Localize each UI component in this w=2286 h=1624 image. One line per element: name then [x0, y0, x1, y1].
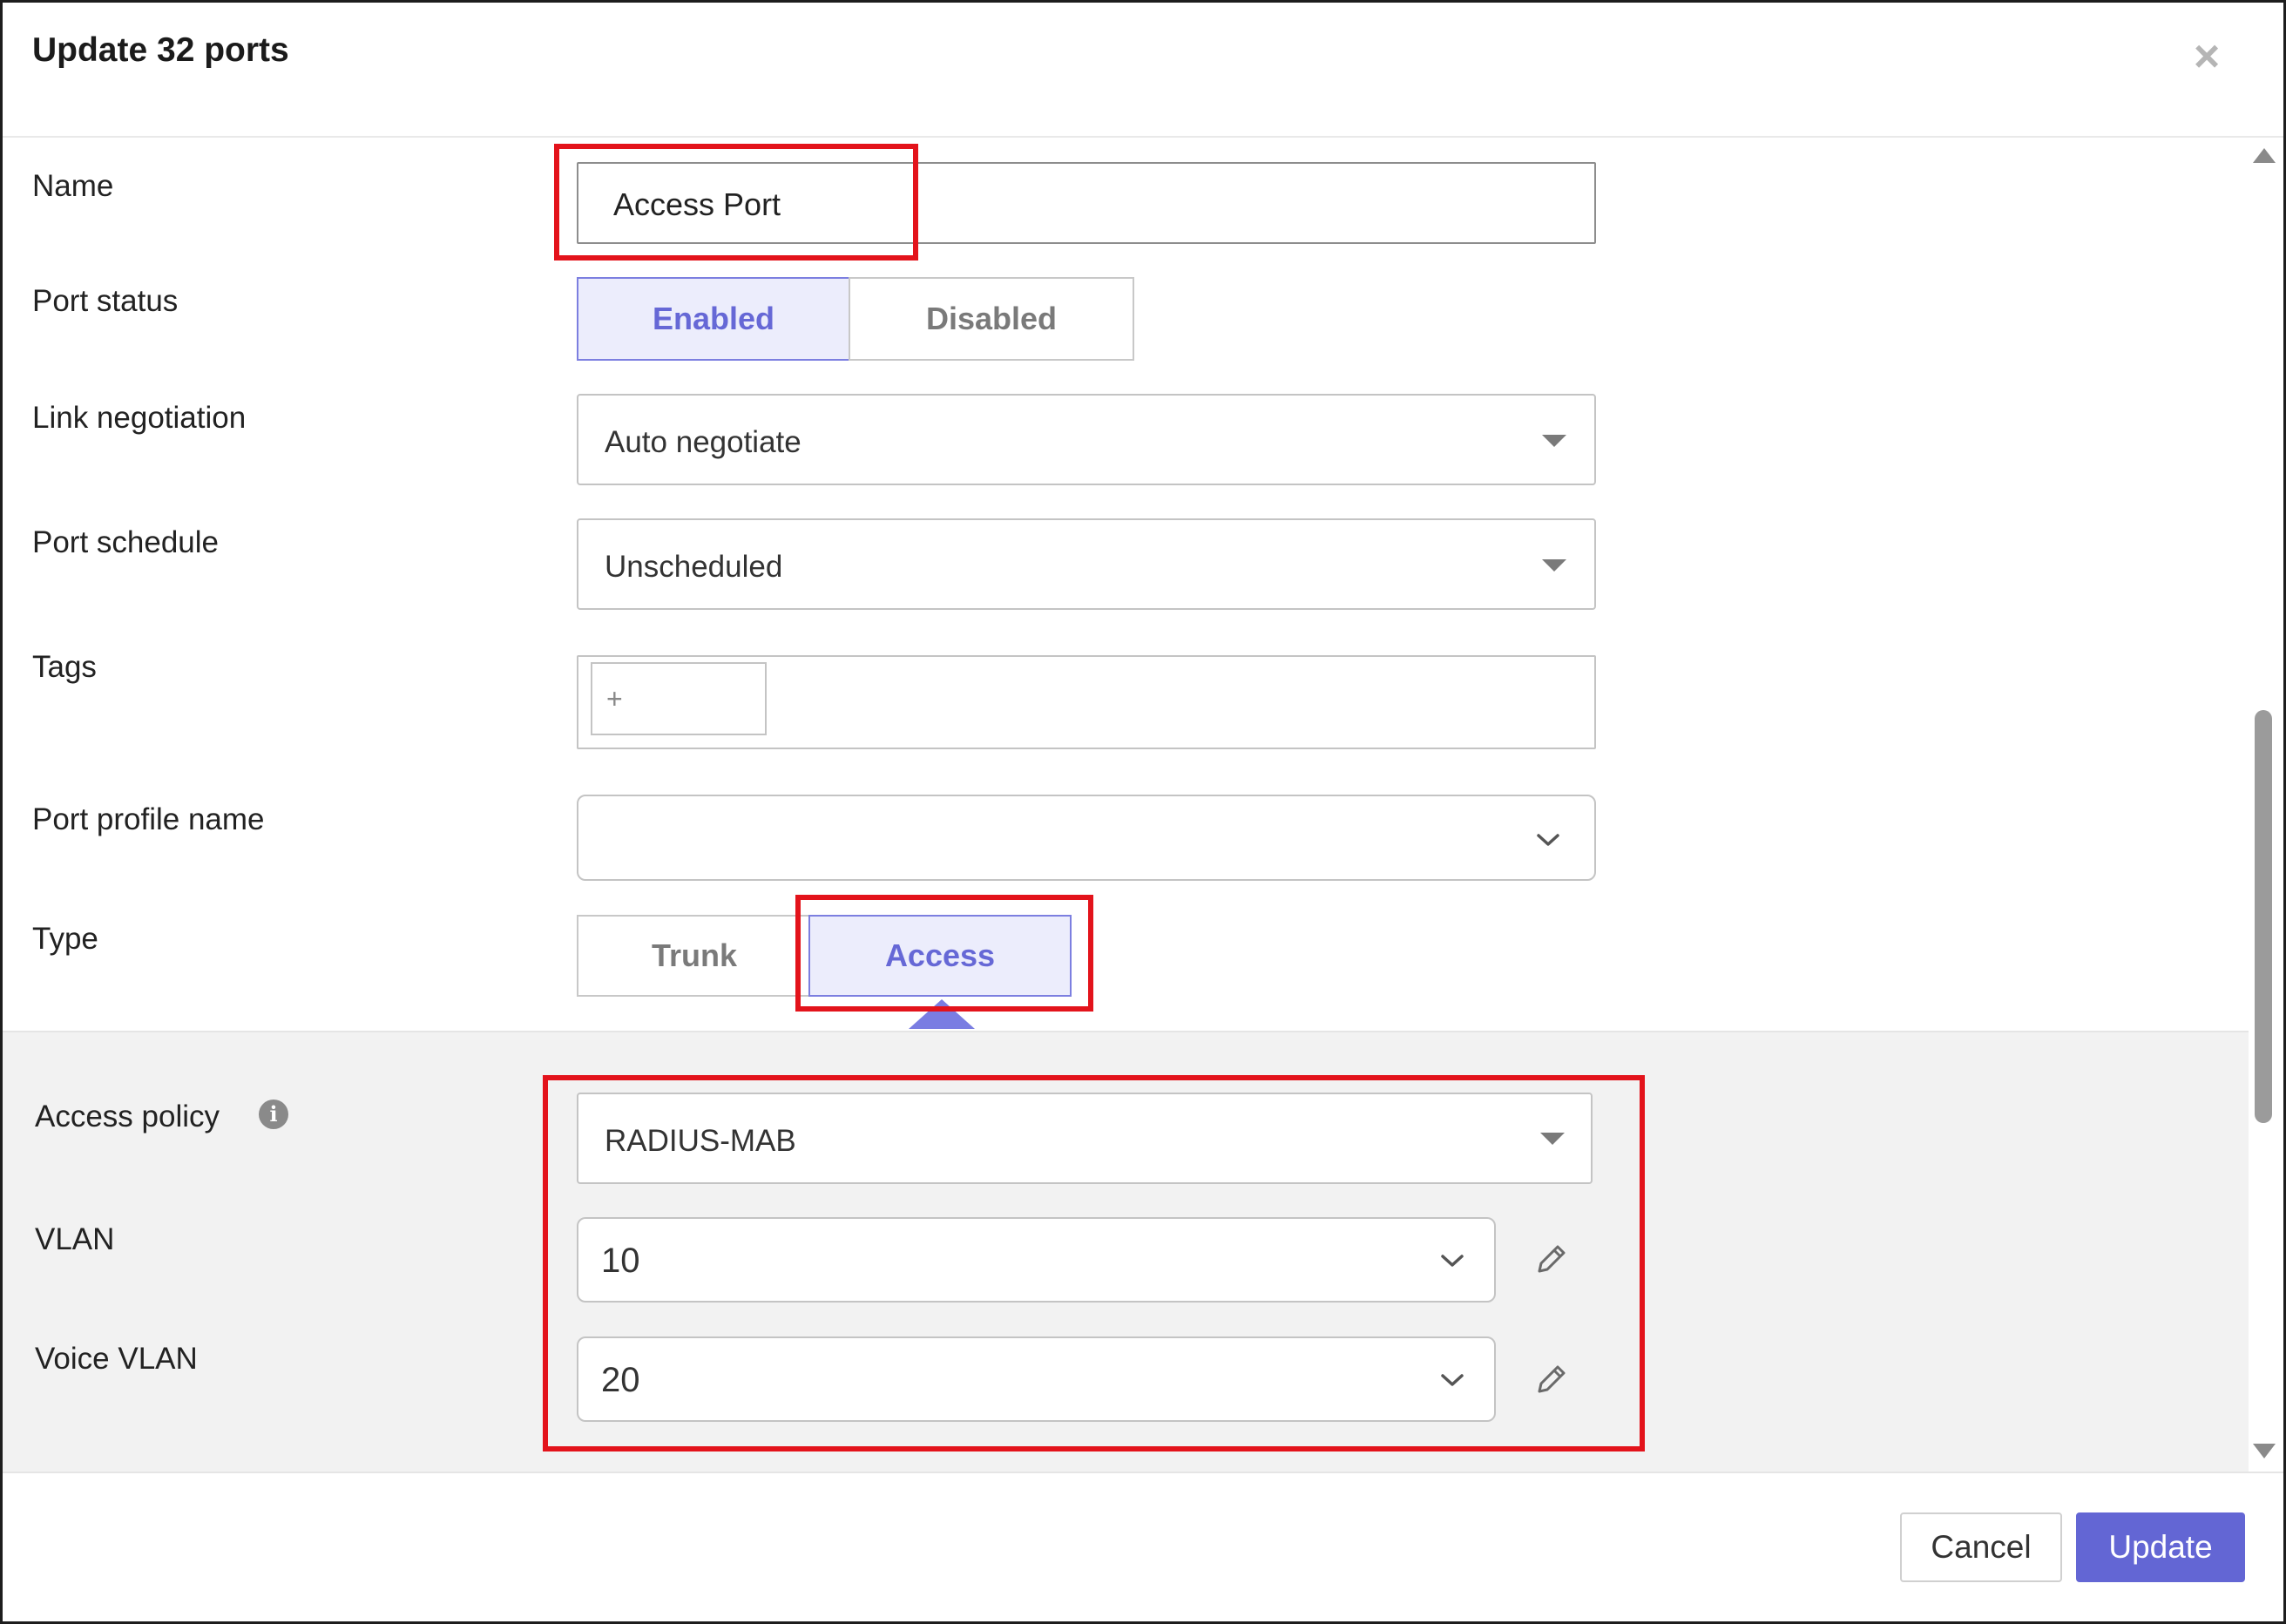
highlight-type-box [795, 895, 1093, 1012]
caret-down-icon [1542, 559, 1566, 572]
highlight-access-settings-box [543, 1075, 1645, 1451]
link-negotiation-value: Auto negotiate [605, 425, 801, 459]
link-negotiation-select[interactable]: Auto negotiate [577, 394, 1596, 485]
link-negotiation-label: Link negotiation [32, 401, 247, 435]
type-trunk-button[interactable]: Trunk [577, 915, 812, 997]
update-ports-dialog: Update 32 ports × Name Access Port Port … [0, 0, 2286, 1624]
footer-divider [3, 1472, 2283, 1473]
port-profile-name-label: Port profile name [32, 802, 265, 836]
scroll-down-icon[interactable] [2253, 1444, 2276, 1458]
tags-label: Tags [32, 650, 97, 684]
info-icon[interactable]: i [259, 1100, 288, 1129]
voice-vlan-label: Voice VLAN [35, 1342, 198, 1376]
port-schedule-select[interactable]: Unscheduled [577, 518, 1596, 610]
cancel-button[interactable]: Cancel [1900, 1512, 2062, 1582]
name-label: Name [32, 169, 114, 203]
scroll-up-icon[interactable] [2253, 148, 2276, 163]
header-divider [3, 136, 2283, 138]
access-policy-label: Access policy [35, 1100, 220, 1133]
highlight-name-box [554, 144, 918, 261]
port-status-label: Port status [32, 284, 179, 318]
port-profile-name-select[interactable] [577, 795, 1596, 881]
update-button[interactable]: Update [2076, 1512, 2245, 1582]
dialog-title: Update 32 ports [32, 31, 289, 69]
port-schedule-label: Port schedule [32, 525, 220, 559]
port-status-disabled-button[interactable]: Disabled [849, 277, 1134, 361]
close-icon[interactable]: × [2187, 34, 2227, 79]
port-schedule-value: Unscheduled [605, 550, 783, 584]
add-tag-symbol: + [606, 683, 623, 714]
chevron-down-icon [1537, 834, 1559, 846]
scrollbar-thumb[interactable] [2255, 710, 2272, 1123]
type-label: Type [32, 922, 98, 956]
vlan-label: VLAN [35, 1222, 115, 1256]
port-status-enabled-button[interactable]: Enabled [577, 277, 850, 361]
add-tag-button[interactable]: + [591, 662, 767, 735]
caret-down-icon [1542, 435, 1566, 447]
